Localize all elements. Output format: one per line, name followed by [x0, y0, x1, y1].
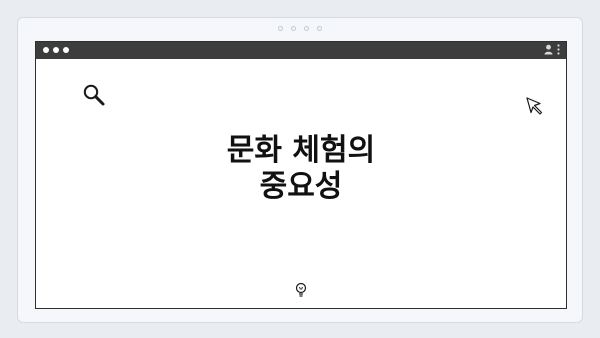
minimize-window-button[interactable]	[53, 47, 59, 53]
frame-dot	[317, 26, 322, 31]
frame-dot	[278, 26, 283, 31]
cursor-icon	[526, 97, 543, 115]
page-content: 문화 체험의 중요성	[36, 59, 566, 308]
maximize-window-button[interactable]	[63, 47, 69, 53]
lightbulb-icon	[295, 282, 307, 297]
window-controls	[43, 47, 69, 53]
close-window-button[interactable]	[43, 47, 49, 53]
more-vertical-icon[interactable]	[557, 44, 560, 55]
frame-dot	[304, 26, 309, 31]
user-icon[interactable]	[544, 44, 553, 55]
page-title-line: 문화 체험의	[226, 133, 376, 168]
browser-window: 문화 체험의 중요성	[35, 41, 567, 309]
frame-dot	[291, 26, 296, 31]
outer-frame: 문화 체험의 중요성	[17, 17, 583, 323]
page-title-line: 중요성	[259, 169, 343, 204]
frame-dots	[18, 26, 582, 31]
search-icon[interactable]	[82, 83, 106, 107]
page-title: 문화 체험의 중요성	[36, 133, 566, 205]
title-bar	[36, 42, 566, 59]
toolbar-icons	[544, 44, 560, 55]
